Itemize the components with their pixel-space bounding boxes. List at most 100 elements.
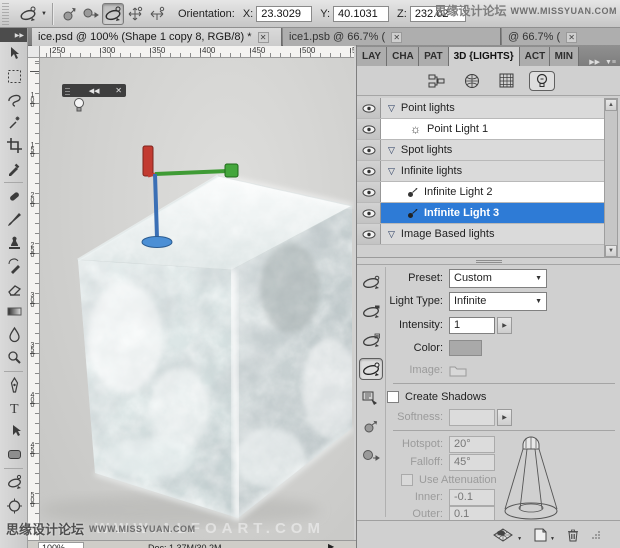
- 3d-light-return-tool[interactable]: [80, 3, 102, 25]
- overlay-grip[interactable]: [65, 86, 70, 95]
- light-row-infinite-lights[interactable]: ▽ Infinite lights: [357, 161, 605, 182]
- scroll-down-icon[interactable]: ▼: [605, 245, 617, 257]
- visibility-eye-icon[interactable]: [357, 182, 381, 202]
- disclosure-triangle-icon[interactable]: ▽: [388, 166, 395, 177]
- visibility-eye-icon[interactable]: [357, 224, 381, 244]
- image-folder-icon[interactable]: [449, 364, 467, 377]
- blur-tool[interactable]: [0, 323, 28, 346]
- disclosure-triangle-icon[interactable]: ▽: [388, 103, 395, 114]
- new-light-button[interactable]: ▼: [534, 528, 555, 542]
- tab-channels[interactable]: CHA: [387, 47, 420, 66]
- eraser-tool[interactable]: [0, 277, 28, 300]
- orientation-x-input[interactable]: 23.3029: [256, 5, 313, 22]
- close-tab-icon[interactable]: ✕: [391, 31, 403, 43]
- toggle-ground-plane-button[interactable]: ▼: [492, 527, 522, 542]
- marquee-tool[interactable]: [0, 65, 28, 88]
- disclosure-triangle-icon[interactable]: ▽: [388, 229, 395, 240]
- visibility-eye-icon[interactable]: [357, 161, 381, 181]
- light-sphere-tool-icon[interactable]: [359, 416, 383, 438]
- 3d-object-rotate-tool[interactable]: [0, 471, 28, 494]
- zoom-level-field[interactable]: 100%: [38, 542, 84, 548]
- filter-lights-icon[interactable]: [528, 70, 555, 91]
- light-row-infinite-light-3-selected[interactable]: Infinite Light 3: [357, 203, 605, 224]
- 3d-paint-tool-icon[interactable]: [359, 387, 383, 409]
- disclosure-triangle-icon[interactable]: ▽: [388, 145, 395, 156]
- lights-list-scrollbar[interactable]: ▲ ▼: [604, 98, 618, 258]
- intensity-spinner[interactable]: ▶: [497, 316, 512, 334]
- document-canvas[interactable]: ◀◀ ✕: [40, 58, 354, 540]
- light-row-point-lights[interactable]: ▽ Point lights: [357, 98, 605, 119]
- filter-scene-icon[interactable]: [424, 71, 450, 91]
- path-selection-tool[interactable]: [0, 420, 28, 443]
- close-tab-icon[interactable]: ✕: [566, 31, 578, 43]
- 3d-pan-tool-icon[interactable]: [359, 329, 383, 351]
- visibility-eye-icon[interactable]: [357, 203, 381, 223]
- document-tab-ice-psd[interactable]: ice.psd @ 100% (Shape 1 copy 8, RGB/8) *…: [32, 28, 282, 46]
- 3d-rotate-light-tool[interactable]: [101, 2, 124, 25]
- ruler-origin-box[interactable]: [28, 46, 40, 58]
- light-type-dropdown[interactable]: Infinite ▼: [449, 291, 547, 311]
- light-row-point-light-1[interactable]: ☼ Point Light 1: [357, 119, 605, 140]
- tab-mini-bridge[interactable]: MIN: [549, 47, 579, 66]
- active-3d-tool-icon[interactable]: [17, 3, 39, 25]
- filter-meshes-icon[interactable]: [494, 71, 520, 91]
- document-tab-partial[interactable]: @ 66.7% ( ✕: [502, 28, 620, 46]
- expand-panels-icon[interactable]: ▶▶: [589, 58, 600, 66]
- color-swatch[interactable]: [449, 340, 482, 356]
- 3d-rotate-light-tool-icon[interactable]: [359, 358, 383, 380]
- options-bar-grip[interactable]: [2, 2, 9, 25]
- close-tab-icon[interactable]: ✕: [257, 31, 269, 43]
- filter-materials-icon[interactable]: [459, 71, 485, 91]
- dodge-tool[interactable]: [0, 346, 28, 369]
- light-row-spot-lights[interactable]: ▽ Spot lights: [357, 140, 605, 161]
- visibility-eye-icon[interactable]: [357, 119, 381, 139]
- crop-tool[interactable]: [0, 134, 28, 157]
- panel-resize-grip[interactable]: [591, 530, 601, 540]
- light-row-infinite-light-2[interactable]: Infinite Light 2: [357, 182, 605, 203]
- tab-layers[interactable]: LAY: [357, 47, 388, 66]
- light-bulb-widget-icon[interactable]: [73, 97, 85, 113]
- inner-input: -0.1: [449, 488, 495, 506]
- tab-3d-lights[interactable]: 3D {LIGHTS}: [448, 47, 520, 66]
- document-tab-ice1-psb[interactable]: ice1.psb @ 66.7% ( ✕: [283, 28, 501, 46]
- shape-tool[interactable]: [0, 443, 28, 466]
- history-brush-tool[interactable]: [0, 254, 28, 277]
- brush-tool[interactable]: [0, 208, 28, 231]
- create-shadows-checkbox[interactable]: [387, 391, 399, 403]
- 3d-light-select-tool[interactable]: [58, 3, 80, 25]
- visibility-eye-icon[interactable]: [357, 98, 381, 118]
- 3d-pan-light-tool[interactable]: [124, 3, 146, 25]
- status-scroll-arrow-icon[interactable]: ▶: [328, 542, 334, 548]
- 3d-camera-rotate-tool[interactable]: [0, 494, 28, 517]
- tab-label: LAY: [362, 51, 382, 62]
- pen-tool[interactable]: [0, 374, 28, 397]
- lasso-tool[interactable]: [0, 88, 28, 111]
- tool-dropdown-arrow[interactable]: ▼: [41, 11, 47, 17]
- magic-wand-tool[interactable]: [0, 111, 28, 134]
- panel-menu-icon[interactable]: ▼≡: [605, 59, 616, 66]
- camera-move-tool-icon[interactable]: [359, 445, 383, 467]
- delete-light-button[interactable]: [567, 528, 579, 542]
- 3d-roll-tool-icon[interactable]: [359, 300, 383, 322]
- preset-dropdown[interactable]: Custom ▼: [449, 268, 547, 288]
- panel-splitter[interactable]: [357, 258, 620, 265]
- clone-stamp-tool[interactable]: [0, 231, 28, 254]
- light-row-image-based-lights[interactable]: ▽ Image Based lights: [357, 224, 605, 245]
- 3d-slide-light-tool[interactable]: [146, 3, 168, 25]
- tools-panel-collapse[interactable]: ▶▶: [0, 28, 27, 42]
- 3d-rotate-tool-icon[interactable]: [359, 271, 383, 293]
- move-tool[interactable]: [0, 42, 28, 65]
- spot-healing-brush-tool[interactable]: [0, 185, 28, 208]
- canvas-overlay-bar[interactable]: ◀◀ ✕: [62, 84, 126, 97]
- visibility-eye-icon[interactable]: [357, 140, 381, 160]
- scroll-up-icon[interactable]: ▲: [605, 99, 617, 111]
- eyedropper-tool[interactable]: [0, 157, 28, 180]
- intensity-input[interactable]: 1: [449, 316, 495, 334]
- tab-paths[interactable]: PAT: [419, 47, 449, 66]
- orientation-y-input[interactable]: 40.1031: [333, 5, 390, 22]
- gradient-tool[interactable]: [0, 300, 28, 323]
- close-icon[interactable]: ✕: [115, 86, 122, 95]
- tab-actions[interactable]: ACT: [519, 47, 550, 66]
- collapse-left-icon[interactable]: ◀◀: [73, 87, 115, 95]
- type-tool[interactable]: T: [0, 397, 28, 420]
